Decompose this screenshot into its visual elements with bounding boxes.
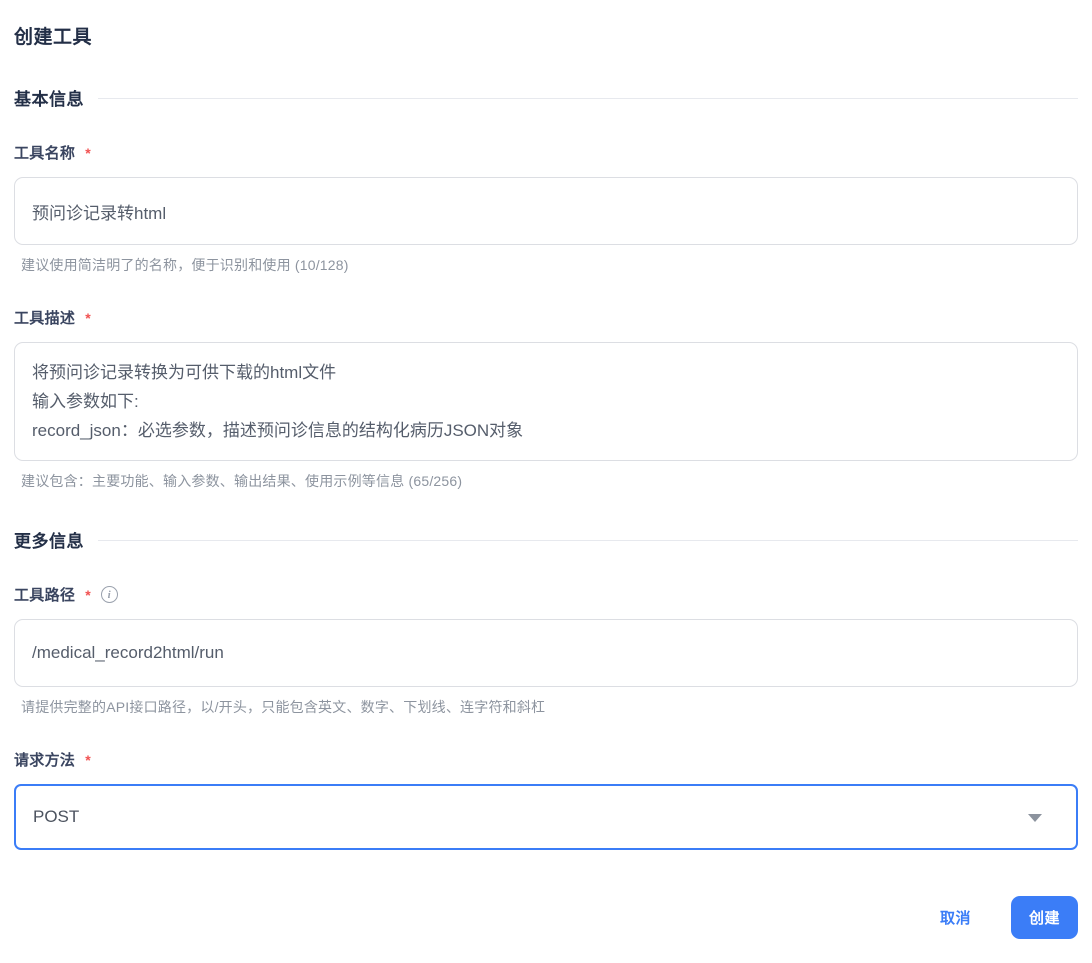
tool-path-hint: 请提供完整的API接口路径，以/开头，只能包含英文、数字、下划线、连字符和斜杠 (21, 699, 546, 715)
required-asterisk: * (85, 144, 91, 161)
info-circle-icon[interactable]: i (100, 586, 118, 603)
field-tool-name: 工具名称 * 建议使用简洁明了的名称，便于识别和使用 (10/128) (14, 142, 1078, 275)
section-divider (98, 540, 1078, 541)
tool-name-label: 工具名称 (14, 145, 76, 162)
page-title: 创建工具 (14, 27, 93, 48)
section-header-basic-info: 基本信息 (14, 85, 1078, 110)
tool-path-label: 工具路径 (14, 587, 76, 604)
required-asterisk: * (85, 586, 91, 603)
section-divider (98, 98, 1078, 99)
tool-description-label: 工具描述 (14, 310, 76, 327)
request-method-selected-value: POST (33, 807, 80, 826)
request-method-label-row: 请求方法 * (14, 749, 1078, 770)
field-request-method: 请求方法 * POST (14, 749, 1078, 850)
tool-name-label-row: 工具名称 * (14, 142, 1078, 163)
tool-path-label-row: 工具路径 * i (14, 584, 1078, 605)
tool-name-hint: 建议使用简洁明了的名称，便于识别和使用 (10/128) (21, 257, 349, 273)
request-method-select[interactable]: POST (14, 784, 1078, 850)
tool-description-label-row: 工具描述 * (14, 307, 1078, 328)
field-tool-description: 工具描述 * 将预问诊记录转换为可供下载的html文件 输入参数如下: reco… (14, 307, 1078, 491)
required-asterisk: * (85, 751, 91, 768)
chevron-down-icon (1028, 814, 1042, 822)
section-title-basic-info: 基本信息 (14, 90, 84, 109)
tool-description-hint: 建议包含：主要功能、输入参数、输出结果、使用示例等信息 (65/256) (21, 473, 463, 489)
cancel-button[interactable]: 取消 (938, 899, 973, 936)
form-footer: 取消 创建 (14, 896, 1078, 939)
request-method-label: 请求方法 (14, 752, 76, 769)
create-button[interactable]: 创建 (1010, 896, 1078, 939)
required-asterisk: * (85, 309, 91, 326)
section-header-more-info: 更多信息 (14, 527, 1078, 552)
create-tool-form: 创建工具 基本信息 工具名称 * 建议使用简洁明了的名称，便于识别和使用 (10… (0, 0, 1092, 963)
tool-name-input[interactable] (14, 177, 1078, 245)
field-tool-path: 工具路径 * i 请提供完整的API接口路径，以/开头，只能包含英文、数字、下划… (14, 584, 1078, 717)
tool-path-input[interactable] (14, 619, 1078, 687)
section-title-more-info: 更多信息 (14, 532, 84, 551)
tool-description-textarea[interactable]: 将预问诊记录转换为可供下载的html文件 输入参数如下: record_json… (14, 342, 1078, 461)
